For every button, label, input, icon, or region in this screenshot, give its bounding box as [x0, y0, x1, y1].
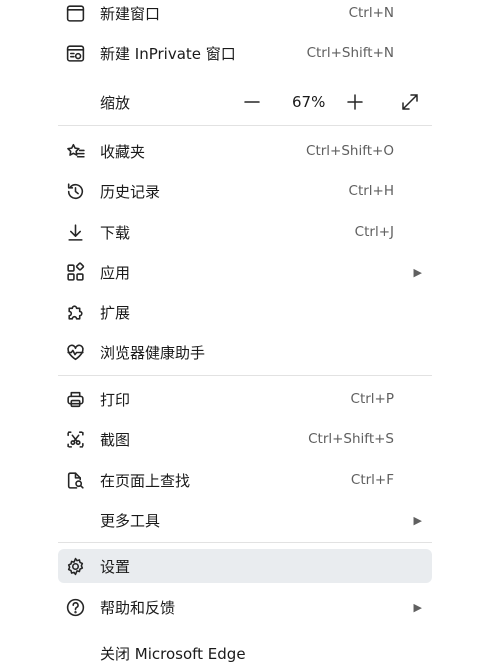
heartbeat-icon: [64, 341, 86, 363]
shortcut-text: Ctrl+Shift+O: [306, 143, 394, 159]
expand-icon: [402, 94, 418, 110]
chevron-right-icon: ▶: [413, 600, 422, 614]
menu-item-label: 下载: [100, 223, 131, 242]
menu-divider: [58, 125, 432, 126]
shortcut-text: Ctrl+H: [348, 183, 394, 199]
apps-icon: [64, 261, 86, 283]
menu-item-label: 历史记录: [100, 182, 161, 201]
menu-item-history[interactable]: 历史记录 Ctrl+H: [58, 174, 432, 208]
menu-item-find-on-page[interactable]: 在页面上查找 Ctrl+F: [58, 463, 432, 497]
chevron-right-icon: ▶: [413, 513, 422, 527]
menu-item-downloads[interactable]: 下载 Ctrl+J: [58, 215, 432, 249]
menu-item-settings[interactable]: 设置: [58, 549, 432, 583]
menu-item-new-window[interactable]: 新建窗口 Ctrl+N: [58, 0, 432, 30]
menu-item-browser-health[interactable]: 浏览器健康助手: [58, 335, 432, 369]
inprivate-icon: [64, 42, 86, 64]
gear-icon: [64, 555, 86, 577]
menu-item-apps[interactable]: 应用 ▶: [58, 255, 432, 289]
menu-item-label: 应用: [100, 263, 131, 282]
plus-icon: [347, 94, 363, 110]
scissors-icon: [64, 428, 86, 450]
menu-item-label: 更多工具: [100, 511, 161, 530]
shortcut-text: Ctrl+Shift+N: [306, 45, 394, 61]
printer-icon: [64, 388, 86, 410]
zoom-in-button[interactable]: [342, 89, 368, 115]
zoom-value: 67%: [292, 93, 326, 111]
shortcut-text: Ctrl+J: [354, 224, 394, 240]
menu-item-extensions[interactable]: 扩展: [58, 295, 432, 329]
menu-item-favorites[interactable]: 收藏夹 Ctrl+Shift+O: [58, 134, 432, 168]
shortcut-text: Ctrl+N: [348, 5, 394, 21]
favorites-icon: [64, 140, 86, 162]
shortcut-text: Ctrl+Shift+S: [308, 431, 394, 447]
menu-item-label: 截图: [100, 430, 131, 449]
fullscreen-button[interactable]: [397, 89, 423, 115]
menu-item-more-tools[interactable]: 更多工具 ▶: [58, 503, 432, 537]
menu-divider: [58, 542, 432, 543]
puzzle-icon: [64, 301, 86, 323]
help-icon: [64, 596, 86, 618]
menu-item-new-inprivate[interactable]: 新建 InPrivate 窗口 Ctrl+Shift+N: [58, 36, 432, 70]
menu-item-label: 打印: [100, 390, 131, 409]
menu-item-help-feedback[interactable]: 帮助和反馈 ▶: [58, 590, 432, 624]
download-icon: [64, 221, 86, 243]
zoom-out-button[interactable]: [239, 89, 265, 115]
menu-item-label: 在页面上查找: [100, 471, 191, 490]
menu-item-close-edge[interactable]: 关闭 Microsoft Edge: [58, 636, 432, 670]
menu-item-label: 关闭 Microsoft Edge: [100, 644, 246, 663]
menu-item-label: 帮助和反馈: [100, 598, 176, 617]
menu-item-label: 设置: [100, 557, 131, 576]
menu-item-label: 新建窗口: [100, 4, 161, 23]
shortcut-text: Ctrl+F: [350, 472, 394, 488]
zoom-label: 缩放: [100, 93, 131, 112]
menu-item-label: 浏览器健康助手: [100, 343, 206, 362]
menu-item-print[interactable]: 打印 Ctrl+P: [58, 382, 432, 416]
window-icon: [64, 2, 86, 24]
menu-item-label: 收藏夹: [100, 142, 146, 161]
menu-item-label: 扩展: [100, 303, 131, 322]
menu-divider: [58, 375, 432, 376]
menu-item-label: 新建 InPrivate 窗口: [100, 44, 236, 63]
shortcut-text: Ctrl+P: [350, 391, 394, 407]
history-icon: [64, 180, 86, 202]
menu-item-screenshot[interactable]: 截图 Ctrl+Shift+S: [58, 422, 432, 456]
chevron-right-icon: ▶: [413, 265, 422, 279]
find-page-icon: [64, 469, 86, 491]
minus-icon: [244, 101, 260, 103]
